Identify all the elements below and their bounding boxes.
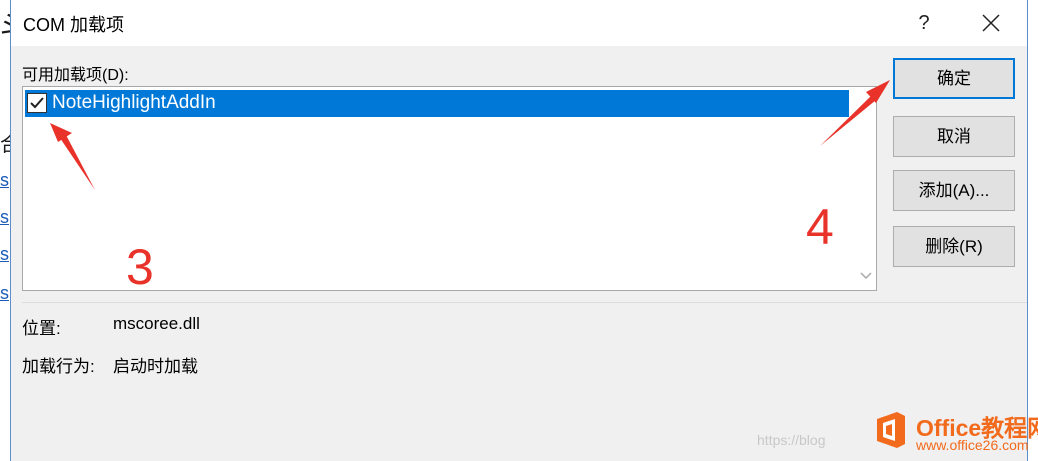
watermark-url: www.office26.com [916,437,1029,453]
blog-watermark: https://blog [757,432,826,448]
office-logo-icon [877,412,905,448]
arrow-to-ok-button [820,80,890,146]
arrow-to-checkbox [50,123,95,190]
annotation-arrows [50,80,890,190]
